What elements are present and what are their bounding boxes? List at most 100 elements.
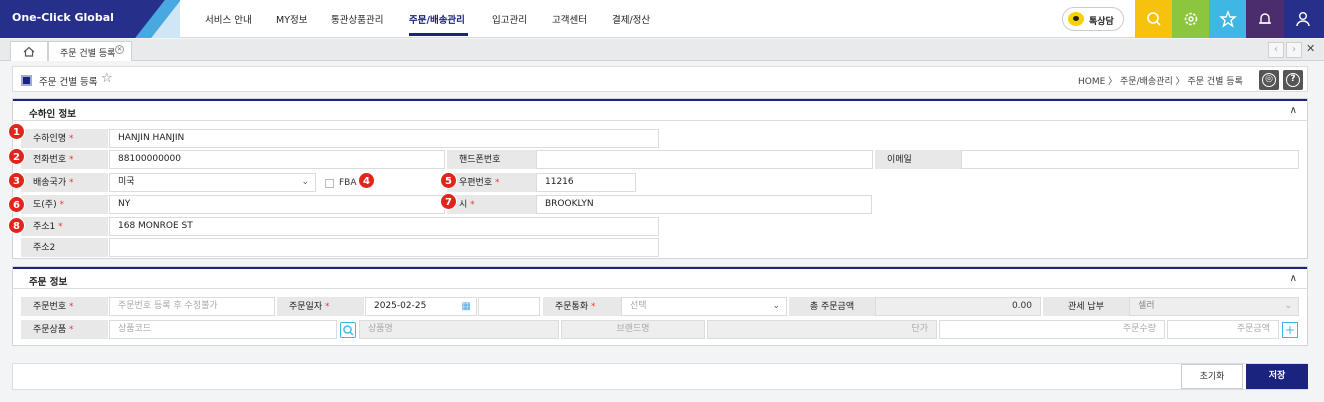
order-no-input[interactable]: 주문번호 등록 후 수정불가: [109, 297, 275, 316]
user-icon[interactable]: [1284, 0, 1324, 38]
order-time-input[interactable]: [478, 297, 540, 316]
callout-badge-1: 1: [8, 123, 25, 140]
country-select[interactable]: 미국 ⌄: [109, 173, 316, 192]
email-input[interactable]: [961, 150, 1299, 169]
nav-payment[interactable]: 결제/정산: [612, 12, 650, 26]
total-amount-label: 총 주문금액: [789, 297, 875, 317]
currency-placeholder: 선택: [630, 301, 647, 311]
receiver-name-input[interactable]: HANJIN HANJIN: [109, 129, 659, 148]
duty-label: 관세 납부: [1043, 297, 1129, 317]
order-date-label: 주문일자 *: [277, 297, 364, 317]
order-section-header[interactable]: 주문 정보 ∧: [13, 267, 1307, 289]
product-label: 주문상품 *: [21, 320, 108, 340]
gear-icon[interactable]: [1172, 0, 1210, 38]
address1-label: 주소1 *: [21, 217, 108, 237]
address2-label: 주소2: [21, 238, 108, 258]
callout-badge-2: 2: [8, 148, 25, 165]
country-value: 미국: [118, 177, 135, 187]
tab-bar: 주문 건별 등록 ✕ ‹ › ✕: [0, 39, 1324, 61]
fba-checkbox[interactable]: [325, 179, 334, 188]
active-nav-underline: [409, 33, 468, 36]
question-icon: ?: [1286, 73, 1300, 87]
help-chat-button[interactable]: ◎: [1259, 70, 1279, 90]
section-title: 수하인 정보: [29, 109, 77, 120]
receiver-name-label: 수하인명 *: [21, 129, 108, 149]
phone-input[interactable]: 88100000000: [109, 150, 445, 169]
nav-my-info[interactable]: MY정보: [276, 12, 307, 26]
callout-badge-7: 7: [440, 193, 457, 210]
close-icon[interactable]: ✕: [115, 45, 124, 54]
mobile-label: 핸드폰번호: [447, 150, 536, 170]
chat-icon: ◎: [1262, 73, 1276, 87]
zip-input[interactable]: 11216: [536, 173, 636, 192]
bell-icon[interactable]: [1246, 0, 1284, 38]
top-navigation-bar: One-Click Global 서비스 안내 MY정보 통관상품관리 주문/배…: [0, 0, 1324, 38]
fba-label: FBA: [339, 178, 357, 188]
chevron-down-icon: ⌄: [301, 177, 309, 187]
tab-label: 주문 건별 등록: [60, 49, 116, 59]
city-input[interactable]: BROOKLYN: [536, 195, 872, 214]
help-button[interactable]: ?: [1283, 70, 1303, 90]
home-icon: [23, 46, 35, 57]
currency-select[interactable]: 선택 ⌄: [621, 297, 787, 316]
state-input[interactable]: NY: [109, 195, 445, 214]
mobile-input[interactable]: [536, 150, 873, 169]
nav-customer-center[interactable]: 고객센터: [552, 12, 587, 26]
kakao-chat-label: 톡상담: [1089, 17, 1114, 27]
section-title: 주문 정보: [29, 277, 68, 288]
page-header: 주문 건별 등록 ☆ HOME 〉 주문/배송관리 〉 주문 건별 등록 ◎ ?: [12, 66, 1308, 92]
phone-label: 전화번호 *: [21, 150, 108, 170]
product-code-input[interactable]: 상품코드: [109, 320, 337, 339]
address1-input[interactable]: 168 MONROE ST: [109, 217, 659, 236]
kakao-chat-button[interactable]: 톡상담: [1062, 7, 1124, 31]
page-icon: [21, 75, 32, 86]
bottom-action-bar: [12, 363, 1308, 390]
chat-bubble-icon: [1068, 12, 1084, 26]
tab-prev-icon[interactable]: ‹: [1268, 42, 1284, 58]
chevron-up-icon[interactable]: ∧: [1290, 105, 1297, 116]
search-icon[interactable]: [1135, 0, 1173, 38]
home-tab[interactable]: [10, 41, 48, 61]
chevron-down-icon: ⌄: [772, 301, 780, 311]
favorite-star-icon[interactable]: ☆: [101, 71, 113, 86]
tab-next-icon[interactable]: ›: [1286, 42, 1302, 58]
order-date-value: 2025-02-25: [374, 301, 427, 311]
order-no-label: 주문번호 *: [21, 297, 108, 317]
email-label: 이메일: [875, 150, 961, 170]
nav-customs-products[interactable]: 통관상품관리: [331, 12, 383, 26]
breadcrumb: HOME 〉 주문/배송관리 〉 주문 건별 등록: [1078, 77, 1243, 87]
zip-label: 우편번호 *: [447, 173, 536, 193]
calendar-icon[interactable]: ▦: [462, 298, 471, 315]
search-icon: [343, 325, 354, 336]
order-date-input[interactable]: 2025-02-25 ▦: [365, 297, 477, 316]
address2-input[interactable]: [109, 238, 659, 257]
duty-select[interactable]: 셀러 ⌄: [1129, 297, 1299, 316]
total-amount-value: 0.00: [875, 297, 1041, 316]
callout-badge-4: 4: [358, 172, 375, 189]
currency-label: 주문통화 *: [543, 297, 621, 317]
order-section: 주문 정보 ∧ 주문번호 * 주문번호 등록 후 수정불가 주문일자 * 202…: [12, 266, 1308, 346]
nav-receiving[interactable]: 입고관리: [492, 12, 527, 26]
nav-order-shipping[interactable]: 주문/배송관리: [409, 12, 465, 26]
tab-order-registration[interactable]: 주문 건별 등록 ✕: [48, 41, 132, 61]
chevron-up-icon[interactable]: ∧: [1290, 273, 1297, 284]
product-search-button[interactable]: [340, 322, 356, 338]
chevron-down-icon: ⌄: [1284, 301, 1292, 311]
state-label: 도(주) *: [21, 195, 108, 215]
quantity-input[interactable]: 주문수량: [939, 320, 1165, 339]
order-amount-input[interactable]: 주문금액: [1167, 320, 1279, 339]
brand-name-input: 브랜드명: [561, 320, 705, 339]
product-name-input: 상품명: [359, 320, 559, 339]
logo[interactable]: One-Click Global: [0, 0, 180, 38]
receiver-section: 수하인 정보 ∧ 수하인명 * HANJIN HANJIN 전화번호 * 881…: [12, 98, 1308, 259]
callout-badge-8: 8: [8, 217, 25, 234]
nav-service-info[interactable]: 서비스 안내: [205, 12, 252, 26]
callout-badge-5: 5: [440, 172, 457, 189]
callout-badge-3: 3: [8, 172, 25, 189]
reset-button[interactable]: 초기화: [1181, 364, 1243, 389]
star-icon[interactable]: [1209, 0, 1247, 38]
receiver-section-header[interactable]: 수하인 정보 ∧: [13, 99, 1307, 121]
close-all-icon[interactable]: ✕: [1306, 42, 1315, 55]
save-button[interactable]: 저장: [1246, 364, 1308, 389]
add-product-button[interactable]: +: [1282, 322, 1298, 338]
